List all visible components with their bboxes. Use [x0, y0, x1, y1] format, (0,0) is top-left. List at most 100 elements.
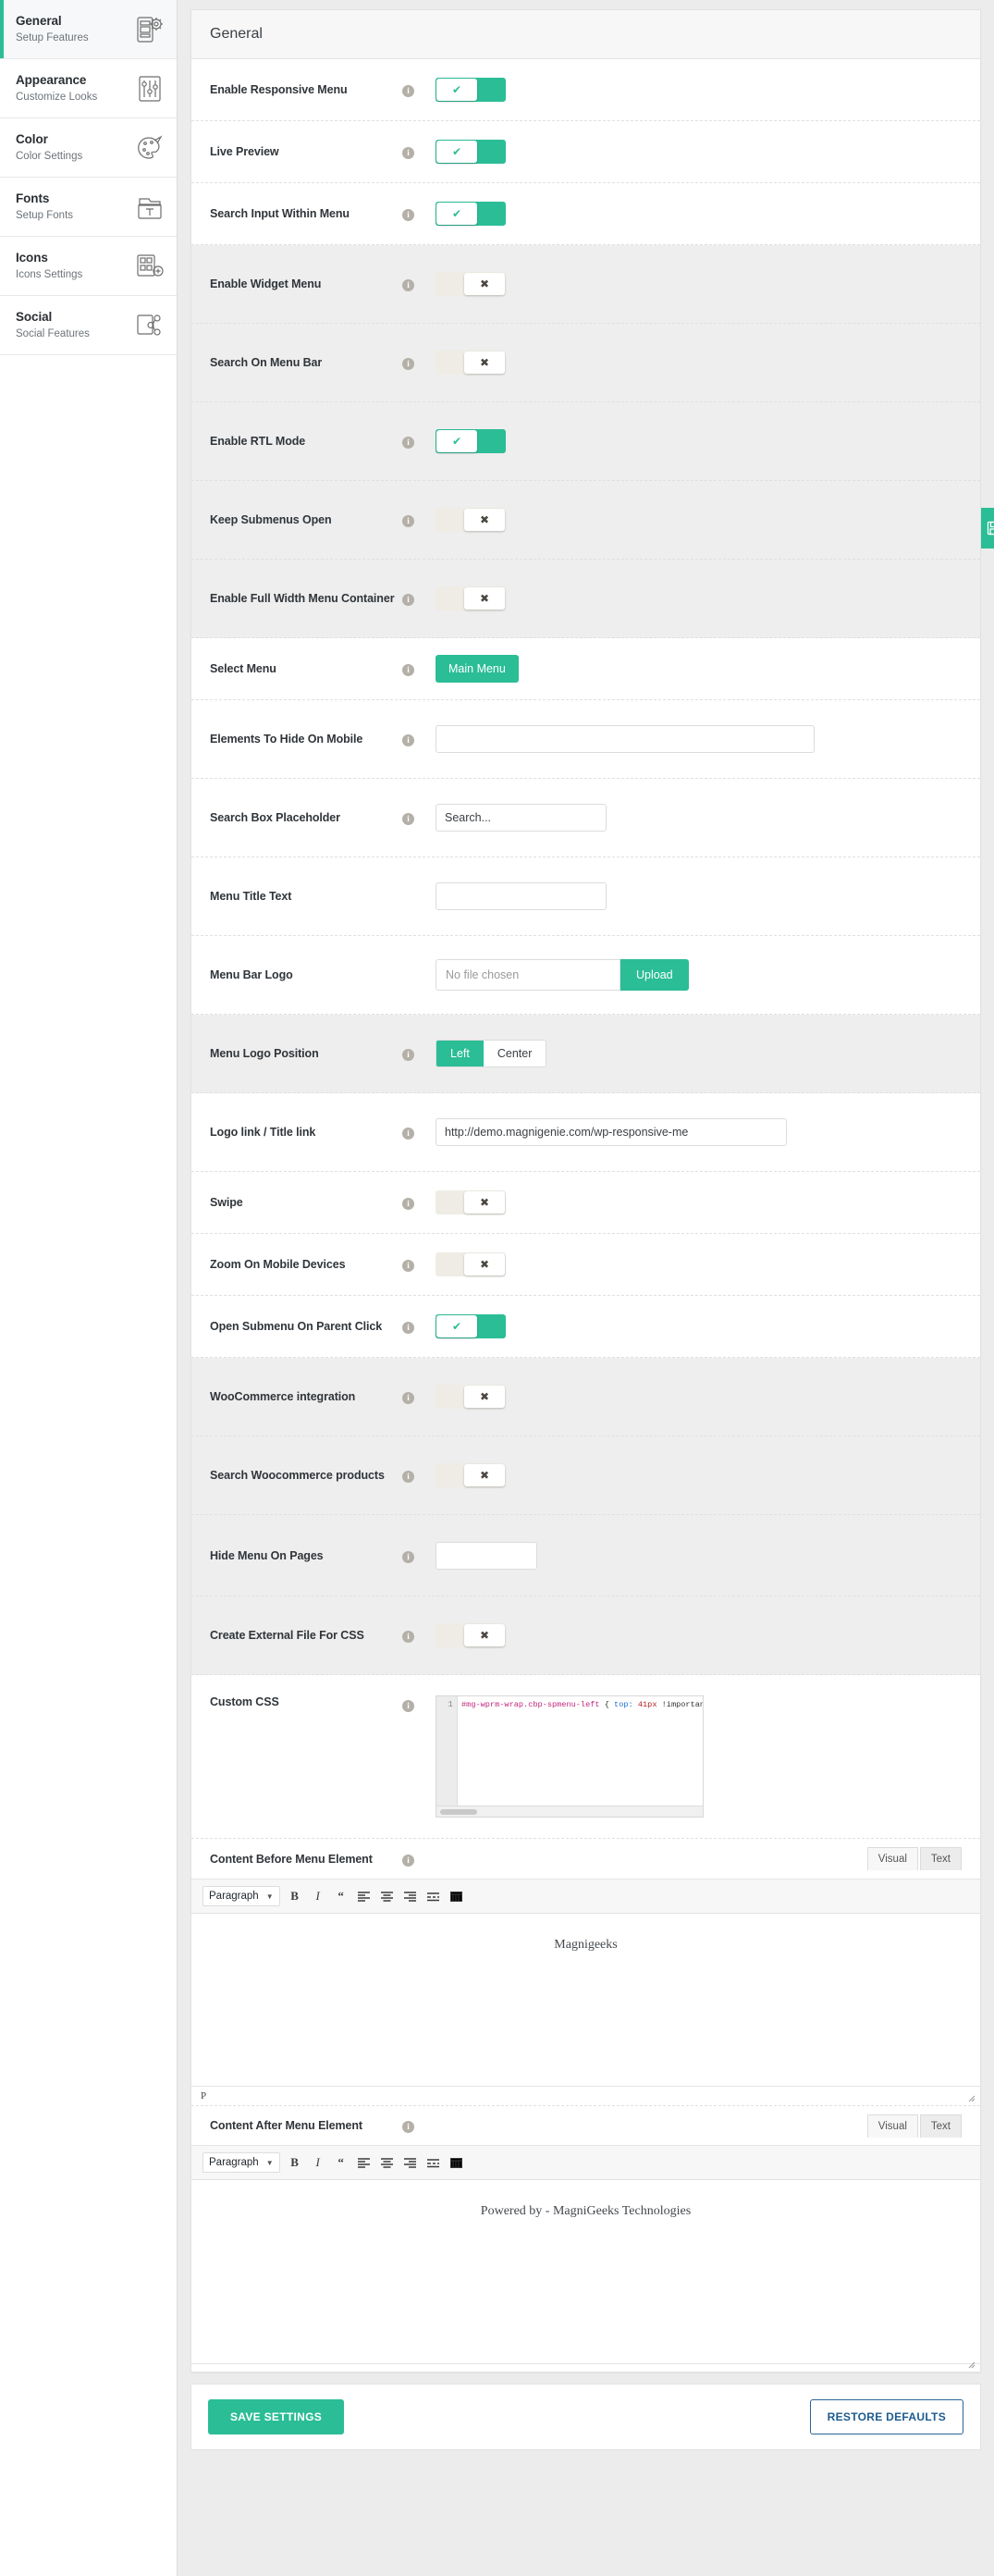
editor-toolbar-after: Paragraph▼ B I “	[191, 2146, 980, 2180]
sidebar-item-fonts[interactable]: Fonts Setup Fonts	[0, 178, 177, 237]
elements-to-hide-input[interactable]	[436, 725, 815, 753]
info-icon[interactable]: i	[402, 734, 414, 746]
code-content[interactable]: #mg-wprm-wrap.cbp-spmenu-left { top: 41p…	[458, 1696, 703, 1806]
search-box-placeholder-input[interactable]	[436, 804, 607, 832]
tab-text-before[interactable]: Text	[920, 1847, 962, 1870]
resize-grip-icon[interactable]	[967, 2360, 976, 2369]
read-more-icon[interactable]	[425, 2154, 442, 2171]
logo-position-option-left[interactable]: Left	[436, 1041, 484, 1066]
toggle-enable-rtl-mode[interactable]: ✔	[436, 429, 506, 453]
info-icon[interactable]: i	[402, 279, 414, 291]
row-label: Menu Logo Position	[210, 1047, 402, 1060]
info-icon[interactable]: i	[402, 1631, 414, 1643]
setting-row-logo-link: Logo link / Title link i	[191, 1093, 980, 1172]
italic-button[interactable]: I	[310, 1888, 326, 1904]
tab-visual-after[interactable]: Visual	[867, 2114, 918, 2138]
restore-defaults-button[interactable]: RESTORE DEFAULTS	[810, 2399, 963, 2434]
toggle-live-preview[interactable]: ✔	[436, 140, 506, 164]
logo-link-input[interactable]	[436, 1118, 787, 1146]
resize-grip-icon[interactable]	[967, 2094, 976, 2102]
bold-button[interactable]: B	[287, 2154, 303, 2171]
row-label: Custom CSS	[210, 1695, 402, 1708]
italic-button[interactable]: I	[310, 2154, 326, 2171]
logo-position-option-center[interactable]: Center	[484, 1041, 546, 1066]
toggle-search-input-within-menu[interactable]: ✔	[436, 202, 506, 226]
align-center-icon[interactable]	[379, 2154, 396, 2171]
sidebar-item-icons[interactable]: Icons Icons Settings	[0, 237, 177, 296]
file-name-display[interactable]: No file chosen	[436, 959, 620, 991]
row-label: Select Menu	[210, 662, 402, 675]
info-icon[interactable]: i	[402, 1260, 414, 1272]
info-icon[interactable]: i	[402, 209, 414, 221]
blockquote-button[interactable]: “	[333, 1888, 350, 1904]
sidebar-item-social[interactable]: Social Social Features	[0, 296, 177, 355]
toggle-search-woocommerce-products[interactable]: ✖	[436, 1463, 506, 1487]
editor-status-before: P	[191, 2086, 980, 2105]
setting-row-zoom-on-mobile-devices: Zoom On Mobile Devices i ✖	[191, 1234, 980, 1296]
format-select-before[interactable]: Paragraph▼	[202, 1886, 280, 1906]
sidebar-item-title: General	[16, 14, 89, 30]
toggle-enable-responsive-menu[interactable]: ✔	[436, 78, 506, 102]
toggle-knob: ✔	[436, 430, 477, 452]
code-horizontal-scrollbar[interactable]	[436, 1806, 703, 1817]
info-icon[interactable]: i	[402, 813, 414, 825]
toolbar-toggle-icon[interactable]	[448, 2154, 465, 2171]
sidebar-item-color[interactable]: Color Color Settings	[0, 118, 177, 178]
info-icon[interactable]: i	[402, 1049, 414, 1061]
toggle-zoom-on-mobile-devices[interactable]: ✖	[436, 1252, 506, 1276]
blockquote-button[interactable]: “	[333, 2154, 350, 2171]
align-center-icon[interactable]	[379, 1888, 396, 1904]
info-icon[interactable]: i	[402, 1471, 414, 1483]
bold-button[interactable]: B	[287, 1888, 303, 1904]
info-icon[interactable]: i	[402, 1855, 414, 1867]
menu-title-text-input[interactable]	[436, 882, 607, 910]
hide-menu-on-pages-input[interactable]	[436, 1542, 537, 1570]
align-right-icon[interactable]	[402, 2154, 419, 2171]
toggle-enable-full-width-menu-container[interactable]: ✖	[436, 586, 506, 610]
row-label: Swipe	[210, 1196, 402, 1209]
info-icon[interactable]: i	[402, 1198, 414, 1210]
editor-status-after	[191, 2363, 980, 2372]
quick-save-tab[interactable]	[981, 508, 994, 548]
sidebar-item-title: Social	[16, 310, 90, 326]
upload-button[interactable]: Upload	[620, 959, 689, 991]
toggle-knob: ✖	[464, 351, 505, 374]
select-menu-button[interactable]: Main Menu	[436, 655, 519, 683]
align-left-icon[interactable]	[356, 2154, 373, 2171]
sidebar-item-general[interactable]: General Setup Features	[0, 0, 177, 59]
info-icon[interactable]: i	[402, 594, 414, 606]
info-icon[interactable]: i	[402, 1551, 414, 1563]
tab-visual-before[interactable]: Visual	[867, 1847, 918, 1870]
info-icon[interactable]: i	[402, 85, 414, 97]
sidebar-item-subtitle: Setup Fonts	[16, 209, 73, 222]
editor-canvas-before[interactable]: Magnigeeks	[191, 1914, 980, 2086]
toggle-create-external-file-for-css[interactable]: ✖	[436, 1623, 506, 1647]
align-left-icon[interactable]	[356, 1888, 373, 1904]
info-icon[interactable]: i	[402, 358, 414, 370]
format-select-after[interactable]: Paragraph▼	[202, 2152, 280, 2173]
toggle-swipe[interactable]: ✖	[436, 1190, 506, 1214]
info-icon[interactable]: i	[402, 664, 414, 676]
toggle-open-submenu-on-parent-click[interactable]: ✔	[436, 1314, 506, 1338]
toggle-enable-widget-menu[interactable]: ✖	[436, 272, 506, 296]
save-settings-button[interactable]: SAVE SETTINGS	[208, 2399, 344, 2434]
toggle-search-on-menu-bar[interactable]: ✖	[436, 351, 506, 375]
info-icon[interactable]: i	[402, 147, 414, 159]
info-icon[interactable]: i	[402, 1128, 414, 1140]
toggle-keep-submenus-open[interactable]: ✖	[436, 508, 506, 532]
editor-canvas-after[interactable]: Powered by - MagniGeeks Technologies	[191, 2180, 980, 2363]
info-icon[interactable]: i	[402, 515, 414, 527]
row-label: Content Before Menu Element	[210, 1853, 402, 1866]
read-more-icon[interactable]	[425, 1888, 442, 1904]
sidebar-item-appearance[interactable]: Appearance Customize Looks	[0, 59, 177, 118]
tab-text-after[interactable]: Text	[920, 2114, 962, 2138]
custom-css-editor[interactable]: 1 #mg-wprm-wrap.cbp-spmenu-left { top: 4…	[436, 1695, 704, 1818]
align-right-icon[interactable]	[402, 1888, 419, 1904]
toggle-woocommerce-integration[interactable]: ✖	[436, 1385, 506, 1409]
info-icon[interactable]: i	[402, 437, 414, 449]
info-icon[interactable]: i	[402, 1322, 414, 1334]
info-icon[interactable]: i	[402, 1392, 414, 1404]
info-icon[interactable]: i	[402, 1700, 414, 1712]
toolbar-toggle-icon[interactable]	[448, 1888, 465, 1904]
info-icon[interactable]: i	[402, 2121, 414, 2133]
